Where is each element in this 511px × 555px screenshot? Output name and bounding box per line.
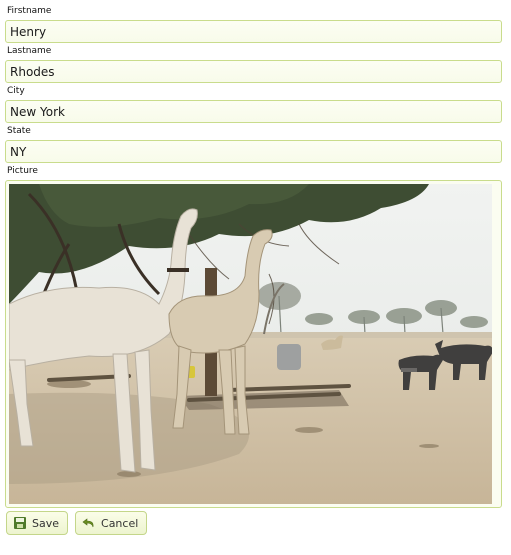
picture-field[interactable] <box>5 180 502 508</box>
city-label: City <box>7 86 25 96</box>
firstname-label: Firstname <box>7 6 52 16</box>
floppy-disk-icon <box>13 516 27 530</box>
state-input[interactable] <box>5 140 502 163</box>
undo-arrow-icon <box>82 516 96 530</box>
camels-and-donkeys-photo <box>9 184 492 504</box>
picture-label: Picture <box>7 166 38 176</box>
form-actions: Save Cancel <box>6 511 154 535</box>
state-label: State <box>7 126 31 136</box>
cancel-button-label: Cancel <box>101 516 139 530</box>
city-input[interactable] <box>5 100 502 123</box>
lastname-input[interactable] <box>5 60 502 83</box>
firstname-input[interactable] <box>5 20 502 43</box>
save-button-label: Save <box>32 516 60 530</box>
cancel-button[interactable]: Cancel <box>75 511 148 535</box>
save-button[interactable]: Save <box>6 511 69 535</box>
edit-person-form: Firstname Lastname City State Picture <box>5 6 502 508</box>
lastname-label: Lastname <box>7 46 52 56</box>
